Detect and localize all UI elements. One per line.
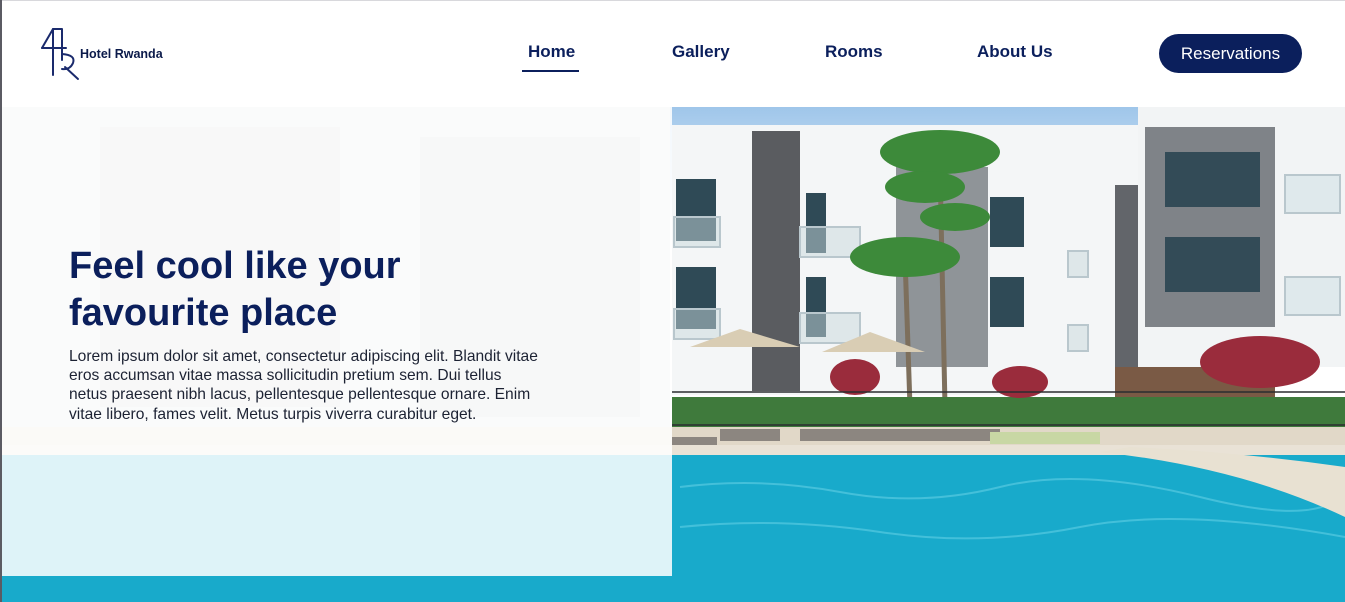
- nav-home[interactable]: Home: [521, 42, 580, 72]
- nav-about-us[interactable]: About Us: [977, 42, 1053, 62]
- hero-overlay-panel: [0, 107, 672, 576]
- hero-headline: Feel cool like your favourite place: [69, 245, 401, 334]
- brand-logo-link[interactable]: Hotel Rwanda: [40, 27, 163, 81]
- reservations-button[interactable]: Reservations: [1159, 34, 1302, 73]
- nav-gallery[interactable]: Gallery: [672, 42, 730, 62]
- hero-body-text: Lorem ipsum dolor sit amet, consectetur …: [69, 348, 538, 423]
- hr-monogram-icon: [41, 28, 79, 80]
- window-top-border: [0, 0, 1345, 1]
- window-left-border: [0, 0, 2, 602]
- brand-name: Hotel Rwanda: [80, 47, 163, 61]
- top-navbar: Hotel Rwanda Home Gallery Rooms About Us…: [0, 0, 1345, 107]
- nav-rooms[interactable]: Rooms: [825, 42, 883, 62]
